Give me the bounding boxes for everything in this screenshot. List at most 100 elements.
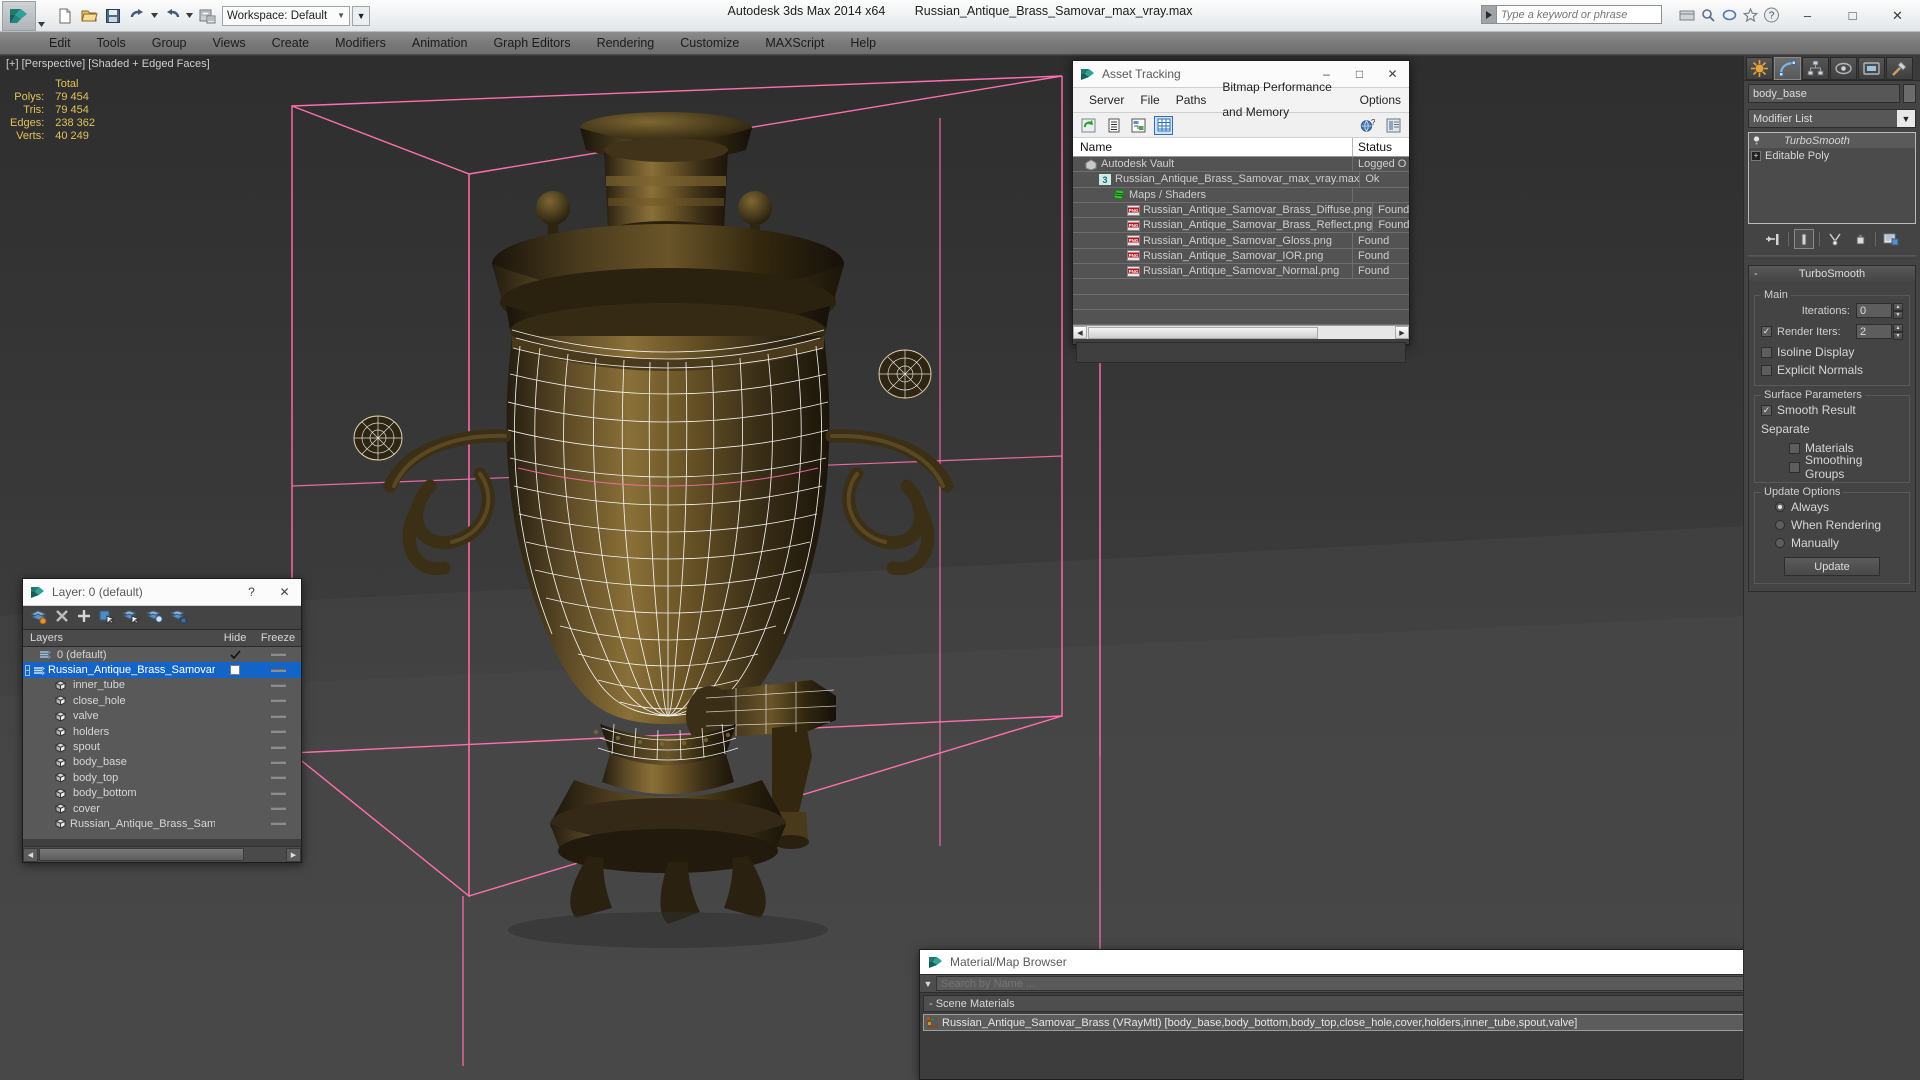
new-file-button[interactable] — [54, 5, 76, 27]
smooth-result-checkbox[interactable]: ✓ — [1761, 404, 1772, 416]
object-hide-toggle[interactable] — [255, 822, 301, 826]
menu-edit[interactable]: Edit — [36, 32, 84, 55]
scroll-left-icon[interactable]: ◀ — [23, 847, 38, 862]
scroll-right-icon[interactable]: ▶ — [286, 847, 301, 862]
save-file-button[interactable] — [102, 5, 124, 27]
object-color-swatch[interactable] — [1903, 84, 1916, 103]
configure-modifier-sets-icon[interactable] — [1881, 229, 1901, 249]
favorites-star-icon[interactable] — [1741, 5, 1759, 24]
tab-motion[interactable] — [1830, 56, 1857, 80]
delete-layer-icon[interactable] — [55, 609, 69, 626]
menu-animation[interactable]: Animation — [399, 32, 481, 55]
table-row[interactable]: PNG Russian_Antique_Samovar_Brass_Diffus… — [1073, 202, 1409, 219]
maximize-button[interactable]: □ — [1830, 0, 1875, 31]
expand-icon[interactable]: + — [1751, 150, 1761, 161]
show-end-result-icon[interactable] — [1794, 229, 1814, 249]
layer-explorer-help[interactable]: ? — [235, 579, 268, 605]
lx-col-freeze[interactable]: Freeze — [255, 630, 301, 646]
iterations-input[interactable] — [1856, 303, 1892, 318]
refresh-icon[interactable] — [1079, 116, 1098, 135]
tab-create[interactable] — [1746, 56, 1773, 80]
at-menu-bitmap-performance[interactable]: Bitmap Performance and Memory — [1214, 75, 1351, 125]
search-magnifier-icon[interactable] — [1699, 5, 1717, 24]
list-view-icon[interactable] — [1104, 116, 1123, 135]
layer-explorer-close[interactable]: ✕ — [268, 579, 301, 605]
list-item[interactable]: - Russian_Antique_Brass_Samovar — [23, 662, 301, 678]
menu-tools[interactable]: Tools — [84, 32, 139, 55]
lx-col-hide[interactable]: Hide — [215, 630, 255, 646]
scroll-thumb[interactable] — [1088, 326, 1318, 339]
filter-funnel-icon[interactable]: ▼ — [920, 979, 936, 989]
object-hide-toggle[interactable] — [255, 776, 301, 780]
at-menu-file[interactable]: File — [1132, 88, 1167, 113]
list-item[interactable]: holders — [23, 724, 301, 739]
tab-utilities[interactable] — [1886, 56, 1913, 80]
settings-panel-icon[interactable] — [1384, 116, 1403, 135]
create-new-layer-icon[interactable] — [30, 609, 47, 627]
asset-tracking-hscrollbar[interactable]: ◀ ▶ — [1073, 325, 1409, 340]
at-menu-paths[interactable]: Paths — [1168, 88, 1215, 113]
object-hide-toggle[interactable] — [255, 699, 301, 703]
tab-hierarchy[interactable] — [1802, 56, 1829, 80]
search-input[interactable] — [1496, 5, 1662, 24]
add-layer-icon[interactable] — [77, 609, 91, 626]
smoothing-groups-checkbox[interactable] — [1789, 461, 1800, 473]
table-view-icon[interactable] — [1154, 115, 1173, 135]
minimize-button[interactable]: – — [1785, 0, 1830, 31]
close-button[interactable]: ✕ — [1875, 0, 1920, 31]
menu-help[interactable]: Help — [837, 32, 889, 55]
table-row[interactable]: PNG Russian_Antique_Samovar_Brass_Reflec… — [1073, 218, 1410, 234]
menu-create[interactable]: Create — [259, 32, 323, 55]
update-when-rendering-radio[interactable] — [1775, 520, 1785, 530]
explicit-normals-checkbox[interactable] — [1761, 364, 1772, 376]
isoline-display-checkbox[interactable] — [1761, 346, 1772, 358]
render-iters-spinner[interactable]: ▲▼ — [1856, 324, 1903, 340]
object-hide-toggle[interactable] — [255, 730, 301, 734]
modifier-list-dropdown[interactable]: Modifier List ▼ — [1748, 109, 1916, 128]
update-manually-radio[interactable] — [1775, 538, 1785, 548]
workspace-dropdown-button[interactable]: ▼ — [352, 5, 371, 26]
pin-stack-icon[interactable] — [1763, 229, 1783, 249]
expand-collapse-icon[interactable]: - — [25, 664, 30, 676]
select-object-icon[interactable] — [99, 609, 116, 627]
app-logo-button[interactable] — [2, 0, 36, 31]
list-item[interactable]: body_bottom — [23, 786, 301, 801]
table-row[interactable]: 3 Russian_Antique_Brass_Samovar_max_vray… — [1073, 172, 1409, 188]
tab-modify[interactable] — [1774, 56, 1801, 80]
table-row[interactable]: PNG Russian_Antique_Samovar_Normal.png F… — [1073, 264, 1409, 280]
table-row[interactable]: Maps / Shaders — [1073, 187, 1409, 203]
scroll-thumb[interactable] — [39, 848, 244, 861]
exchange-app-store-icon[interactable] — [1678, 5, 1696, 24]
modifier-stack[interactable]: TurboSmooth + Editable Poly — [1748, 132, 1916, 224]
list-item[interactable]: inner_tube — [23, 678, 301, 693]
select-layer-objects-icon[interactable] — [122, 609, 141, 627]
layer-hide-toggle[interactable] — [255, 668, 301, 672]
menu-group[interactable]: Group — [139, 32, 200, 55]
logo-dropdown-caret[interactable] — [36, 1, 46, 31]
render-iters-input[interactable] — [1856, 324, 1892, 339]
scroll-left-icon[interactable]: ◀ — [1073, 326, 1087, 340]
undo-button[interactable] — [126, 5, 148, 27]
dependency-view-icon[interactable] — [1129, 116, 1148, 135]
workspace-selector[interactable]: Workspace: Default ▼ — [222, 5, 351, 26]
object-hide-toggle[interactable] — [255, 791, 301, 795]
layer-hide-toggle[interactable] — [255, 653, 301, 657]
menu-modifiers[interactable]: Modifiers — [322, 32, 399, 55]
list-item[interactable]: body_base — [23, 755, 301, 770]
object-name-field[interactable] — [1748, 84, 1900, 103]
autodesk-360-icon[interactable] — [1720, 5, 1738, 24]
help-globe-icon[interactable]: ? — [1358, 116, 1377, 135]
open-file-button[interactable] — [78, 5, 100, 27]
layer-explorer-titlebar[interactable]: Layer: 0 (default) ? ✕ — [23, 579, 301, 606]
at-menu-options[interactable]: Options — [1352, 88, 1409, 113]
lx-col-layers[interactable]: Layers — [23, 630, 215, 646]
make-unique-icon[interactable] — [1825, 229, 1845, 249]
list-item[interactable]: Russian_Antique_Brass_Samovar — [23, 816, 301, 831]
render-iters-checkbox[interactable]: ✓ — [1761, 326, 1772, 337]
rollout-header[interactable]: - TurboSmooth — [1749, 266, 1915, 281]
at-menu-server[interactable]: Server — [1081, 88, 1132, 113]
menu-graph-editors[interactable]: Graph Editors — [480, 32, 583, 55]
search-dropdown-icon[interactable] — [1481, 5, 1496, 24]
list-item[interactable]: close_hole — [23, 693, 301, 708]
redo-button[interactable] — [161, 5, 183, 27]
